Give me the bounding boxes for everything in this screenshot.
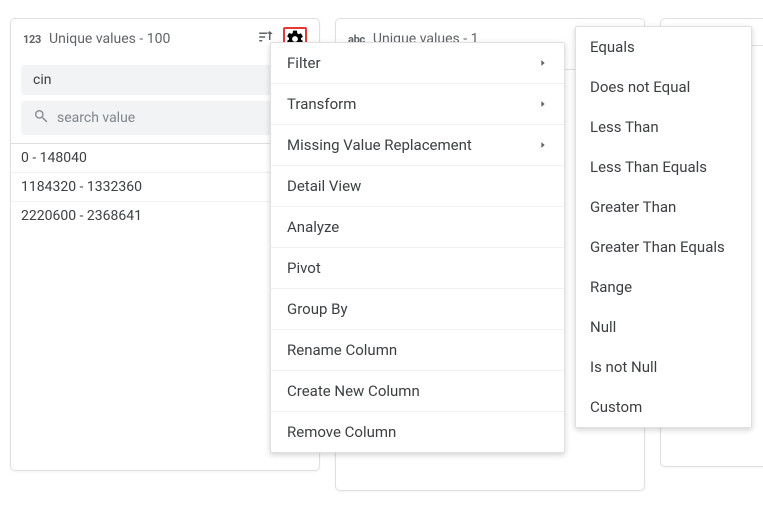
menu-item-missing-value-replacement[interactable]: Missing Value Replacement: [271, 124, 564, 165]
column-name-input[interactable]: cin: [21, 65, 309, 95]
submenu-item-less-than[interactable]: Less Than: [576, 107, 751, 147]
menu-item-detail-view[interactable]: Detail View: [271, 165, 564, 206]
column-context-menu: Filter Transform Missing Value Replaceme…: [270, 42, 565, 453]
unique-values-label: Unique values - 100: [49, 31, 249, 47]
menu-item-analyze[interactable]: Analyze: [271, 206, 564, 247]
menu-label: Missing Value Replacement: [287, 136, 472, 154]
menu-label: Detail View: [287, 177, 361, 195]
menu-label: Transform: [287, 95, 356, 113]
chevron-right-icon: [538, 136, 548, 154]
submenu-item-less-than-equals[interactable]: Less Than Equals: [576, 147, 751, 187]
menu-label: Rename Column: [287, 341, 397, 359]
column-name-value: cin: [33, 72, 51, 88]
menu-item-transform[interactable]: Transform: [271, 83, 564, 124]
numeric-type-icon: 123: [23, 33, 41, 46]
submenu-item-null[interactable]: Null: [576, 307, 751, 347]
menu-label: Group By: [287, 300, 348, 318]
submenu-item-is-not-null[interactable]: Is not Null: [576, 347, 751, 387]
menu-item-remove-column[interactable]: Remove Column: [271, 411, 564, 452]
menu-label: Filter: [287, 54, 321, 72]
menu-item-create-new-column[interactable]: Create New Column: [271, 370, 564, 411]
filter-submenu: Equals Does not Equal Less Than Less Tha…: [575, 26, 752, 428]
menu-label: Create New Column: [287, 382, 420, 400]
chevron-right-icon: [538, 95, 548, 113]
menu-item-rename-column[interactable]: Rename Column: [271, 329, 564, 370]
menu-label: Analyze: [287, 218, 339, 236]
menu-label: Remove Column: [287, 423, 396, 441]
menu-item-pivot[interactable]: Pivot: [271, 247, 564, 288]
submenu-item-greater-than[interactable]: Greater Than: [576, 187, 751, 227]
submenu-item-greater-than-equals[interactable]: Greater Than Equals: [576, 227, 751, 267]
chevron-right-icon: [538, 54, 548, 72]
search-value-input[interactable]: search value: [21, 101, 309, 135]
search-placeholder: search value: [57, 110, 135, 126]
menu-label: Pivot: [287, 259, 321, 277]
submenu-item-custom[interactable]: Custom: [576, 387, 751, 427]
submenu-item-does-not-equal[interactable]: Does not Equal: [576, 67, 751, 107]
menu-item-filter[interactable]: Filter: [271, 43, 564, 83]
search-icon: [33, 108, 49, 128]
menu-item-group-by[interactable]: Group By: [271, 288, 564, 329]
submenu-item-equals[interactable]: Equals: [576, 27, 751, 67]
submenu-item-range[interactable]: Range: [576, 267, 751, 307]
